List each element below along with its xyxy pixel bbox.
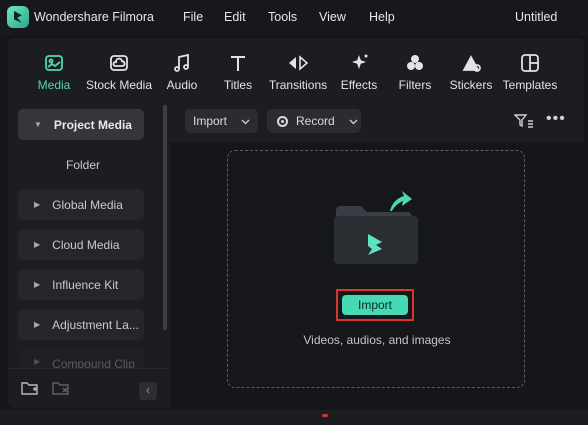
collapse-sidebar-button[interactable]: ‹ — [139, 382, 157, 400]
tab-stock-media-label: Stock Media — [85, 78, 153, 92]
chevron-down-icon — [349, 114, 358, 128]
sidebar-item-influence-kit[interactable]: ▶ Influence Kit — [18, 269, 144, 300]
tab-titles[interactable]: Titles — [221, 52, 255, 92]
import-drop-zone[interactable]: Import Videos, audios, and images — [227, 150, 525, 388]
tab-stickers[interactable]: Stickers — [448, 52, 494, 92]
sidebar-item-label: Project Media — [53, 117, 132, 132]
media-icon — [34, 52, 74, 74]
tab-effects-label: Effects — [340, 78, 378, 92]
sticker-icon — [448, 52, 494, 74]
tab-effects[interactable]: Effects — [337, 52, 381, 92]
import-folder-icon — [332, 189, 422, 274]
caret-right-icon: ▶ — [34, 280, 41, 289]
tab-titles-label: Titles — [223, 78, 253, 92]
sidebar-item-project-media[interactable]: ▼ Project Media — [18, 109, 144, 140]
import-button-highlight: Import — [336, 289, 414, 321]
delete-folder-icon[interactable] — [52, 380, 70, 401]
sparkle-icon — [337, 52, 381, 74]
timeline-strip — [0, 410, 588, 425]
sidebar-footer: ‹ — [8, 368, 170, 408]
menu-tools[interactable]: Tools — [268, 10, 297, 24]
menu-view[interactable]: View — [319, 10, 346, 24]
sidebar-item-label: Cloud Media — [52, 237, 120, 252]
sidebar-item-label: Global Media — [52, 197, 123, 212]
import-button[interactable]: Import — [342, 295, 408, 315]
tab-audio-label: Audio — [166, 78, 198, 92]
sidebar-item-global-media[interactable]: ▶ Global Media — [18, 189, 144, 220]
sidebar-item-folder[interactable]: Folder — [66, 158, 100, 172]
chevron-down-icon — [241, 114, 250, 128]
media-sidebar: ▼ Project Media Folder ▶ Global Media ▶ … — [8, 100, 170, 408]
more-options-icon[interactable]: ••• — [546, 110, 566, 128]
category-toolbar: Media Stock Media Audio Titles Transitio… — [8, 38, 584, 100]
tab-audio[interactable]: Audio — [164, 52, 200, 92]
caret-right-icon: ▶ — [34, 320, 41, 329]
sidebar-item-compound-clip[interactable]: ▶ Compound Clip — [18, 349, 144, 369]
caret-right-icon: ▶ — [34, 357, 41, 366]
record-dropdown-label: Record — [296, 114, 335, 128]
import-dropdown[interactable]: Import — [185, 109, 258, 133]
media-content: Import Record ••• Import Videos, audios,… — [170, 100, 584, 408]
filter-sort-icon[interactable] — [513, 113, 534, 134]
caret-down-icon: ▼ — [34, 120, 42, 129]
caret-right-icon: ▶ — [34, 200, 41, 209]
drop-zone-hint: Videos, audios, and images — [303, 333, 451, 347]
menu-edit[interactable]: Edit — [224, 10, 246, 24]
content-toolbar: Import Record ••• — [170, 100, 584, 142]
tab-transitions-label: Transitions — [268, 78, 328, 92]
title-bar: Wondershare Filmora File Edit Tools View… — [0, 0, 588, 36]
record-icon — [277, 115, 288, 127]
text-icon — [221, 52, 255, 74]
app-title: Wondershare Filmora — [34, 10, 154, 24]
sidebar-item-label: Adjustment La... — [52, 317, 139, 332]
document-title: Untitled — [515, 10, 558, 24]
sidebar-item-label: Influence Kit — [52, 277, 119, 292]
music-note-icon — [164, 52, 200, 74]
tab-templates-label: Templates — [502, 78, 558, 92]
tab-media-label: Media — [37, 78, 71, 92]
sidebar-scrollbar[interactable] — [163, 105, 167, 330]
filters-icon — [396, 52, 434, 74]
sidebar-item-cloud-media[interactable]: ▶ Cloud Media — [18, 229, 144, 260]
tab-stock-media[interactable]: Stock Media — [84, 52, 154, 92]
main-panel: Media Stock Media Audio Titles Transitio… — [8, 38, 584, 408]
tab-filters-label: Filters — [398, 78, 432, 92]
caret-right-icon: ▶ — [34, 240, 41, 249]
import-dropdown-label: Import — [193, 114, 228, 128]
record-dropdown[interactable]: Record — [267, 109, 361, 133]
tab-stickers-label: Stickers — [449, 78, 493, 92]
transition-icon — [266, 52, 330, 74]
filmora-logo-icon — [7, 6, 29, 28]
tab-transitions[interactable]: Transitions — [266, 52, 330, 92]
cloud-icon — [84, 52, 154, 74]
new-folder-icon[interactable] — [21, 380, 39, 401]
menu-file[interactable]: File — [183, 10, 203, 24]
tab-filters[interactable]: Filters — [396, 52, 434, 92]
tab-media[interactable]: Media — [34, 52, 74, 92]
sidebar-item-adjustment-layer[interactable]: ▶ Adjustment La... — [18, 309, 144, 340]
menu-help[interactable]: Help — [369, 10, 395, 24]
tab-templates[interactable]: Templates — [502, 52, 558, 92]
templates-icon — [502, 52, 558, 74]
